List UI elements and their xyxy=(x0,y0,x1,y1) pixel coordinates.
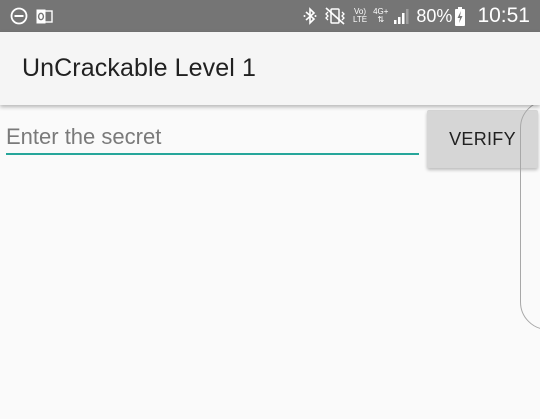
vibrate-icon xyxy=(323,7,347,25)
bluetooth-icon xyxy=(303,7,317,25)
signal-icon xyxy=(394,8,410,24)
data-arrows-icon: ⇅ xyxy=(377,15,385,24)
outlook-icon xyxy=(36,9,53,24)
volte-line2: LTE xyxy=(352,15,368,24)
status-bar-right: Vo) LTE 4G+ ⇅ 80% 10:51 xyxy=(303,0,530,32)
screen-edge-curve xyxy=(520,100,540,330)
do-not-disturb-icon xyxy=(10,7,28,25)
network-indicator: 4G+ ⇅ xyxy=(373,8,388,24)
clock: 10:51 xyxy=(477,4,530,27)
status-bar: Vo) LTE 4G+ ⇅ 80% 10:51 xyxy=(0,0,540,32)
app-title: UnCrackable Level 1 xyxy=(22,54,256,82)
app-bar: UnCrackable Level 1 xyxy=(0,32,540,105)
volte-indicator: Vo) LTE xyxy=(353,8,367,24)
main-content: VERIFY xyxy=(0,105,540,419)
battery-charging-icon xyxy=(455,6,466,26)
battery-percent: 80% xyxy=(416,5,453,26)
screen: Vo) LTE 4G+ ⇅ 80% 10:51 UnCrackable Leve… xyxy=(0,0,540,419)
status-bar-left xyxy=(10,0,61,32)
secret-input[interactable] xyxy=(6,121,419,155)
